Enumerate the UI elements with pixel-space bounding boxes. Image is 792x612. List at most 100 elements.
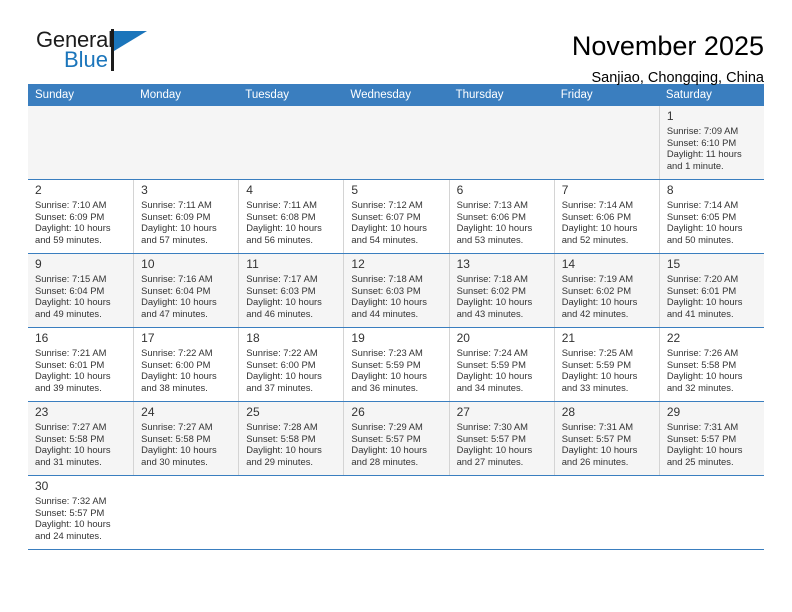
daylight-duration-line2: and 30 minutes. <box>141 455 208 467</box>
calendar-day-cell[interactable]: 1 Sunrise: 7:09 AM Sunset: 6:10 PM Daylight… <box>658 106 764 180</box>
calendar-day-cell[interactable]: 25 Sunrise: 7:28 AM Sunset: 5:58 PM Dayligh… <box>238 401 344 476</box>
sunrise-time: Sunrise: 7:11 AM <box>141 199 212 210</box>
daylight-duration-line2: and 34 minutes. <box>456 381 524 393</box>
sunrise-time: Sunrise: 7:31 AM <box>666 421 739 432</box>
daylight-duration-line1: Daylight: 10 hours <box>246 370 322 382</box>
sunset-time: Sunset: 6:02 PM <box>561 284 632 296</box>
calendar-day-cell[interactable]: 28 Sunrise: 7:31 AM Sunset: 5:57 PM Dayligh… <box>553 401 659 476</box>
day-cell-content: 10 Sunrise: 7:16 AM Sunset: 6:04 PM Dayligh… <box>133 254 238 327</box>
sunrise-time: Sunrise: 7:15 AM <box>35 273 107 284</box>
daylight-duration-line2: and 25 minutes. <box>666 455 734 467</box>
sunrise-time: Sunrise: 7:21 AM <box>35 347 107 358</box>
calendar-day-cell[interactable]: 9 Sunrise: 7:15 AM Sunset: 6:04 PM Daylight… <box>28 253 134 328</box>
day-cell-content: 30 Sunrise: 7:32 AM Sunset: 5:57 PM Dayligh… <box>28 476 133 549</box>
calendar-day-cell[interactable]: 7 Sunrise: 7:14 AM Sunset: 6:06 PM Daylight… <box>553 179 659 254</box>
day-number: 27 <box>456 405 470 419</box>
day-number: 24 <box>141 405 155 419</box>
calendar-day-cell-empty <box>28 106 134 180</box>
sunrise-time: Sunrise: 7:23 AM <box>351 347 423 358</box>
calendar-day-cell[interactable]: 16 Sunrise: 7:21 AM Sunset: 6:01 PM Dayligh… <box>28 327 134 402</box>
day-number: 15 <box>666 257 681 271</box>
sunset-time: Sunset: 5:58 PM <box>35 432 105 444</box>
day-cell-content: 27 Sunrise: 7:30 AM Sunset: 5:57 PM Dayligh… <box>448 402 554 475</box>
day-cell-content: 21 Sunrise: 7:25 AM Sunset: 5:59 PM Dayligh… <box>553 328 659 401</box>
calendar-day-cell[interactable]: 11 Sunrise: 7:17 AM Sunset: 6:03 PM Dayligh… <box>238 253 344 328</box>
day-number: 19 <box>351 331 365 345</box>
daylight-duration-line2: and 49 minutes. <box>35 307 102 319</box>
calendar-day-cell[interactable]: 22 Sunrise: 7:26 AM Sunset: 5:58 PM Dayligh… <box>658 327 764 402</box>
sunrise-time: Sunrise: 7:28 AM <box>246 421 318 432</box>
calendar-day-cell[interactable]: 6 Sunrise: 7:13 AM Sunset: 6:06 PM Daylight… <box>448 179 554 254</box>
calendar-day-cell[interactable]: 17 Sunrise: 7:22 AM Sunset: 6:00 PM Dayligh… <box>133 327 239 402</box>
daylight-duration-line1: Daylight: 10 hours <box>351 444 427 456</box>
sunrise-time: Sunrise: 7:10 AM <box>35 199 107 210</box>
calendar-day-cell[interactable]: 10 Sunrise: 7:16 AM Sunset: 6:04 PM Dayligh… <box>133 253 239 328</box>
calendar-day-cell[interactable]: 15 Sunrise: 7:20 AM Sunset: 6:01 PM Dayligh… <box>658 253 764 328</box>
sunset-time: Sunset: 5:57 PM <box>666 432 737 444</box>
daylight-duration-line1: Daylight: 10 hours <box>35 296 111 308</box>
daylight-duration-line1: Daylight: 10 hours <box>35 370 111 382</box>
weekday-header-wednesday: Wednesday <box>343 84 449 106</box>
sunset-time: Sunset: 5:57 PM <box>561 432 632 444</box>
calendar-body: 1 Sunrise: 7:09 AM Sunset: 6:10 PM Daylight… <box>28 106 764 550</box>
daylight-duration-line1: Daylight: 10 hours <box>561 222 638 234</box>
day-cell-content: 9 Sunrise: 7:15 AM Sunset: 6:04 PM Daylight… <box>28 254 133 327</box>
calendar-day-cell[interactable]: 18 Sunrise: 7:22 AM Sunset: 6:00 PM Dayligh… <box>238 327 344 402</box>
sunrise-time: Sunrise: 7:13 AM <box>456 199 528 210</box>
sunrise-time: Sunrise: 7:14 AM <box>666 199 739 210</box>
calendar-day-cell[interactable]: 14 Sunrise: 7:19 AM Sunset: 6:02 PM Dayligh… <box>553 253 659 328</box>
sunrise-time: Sunrise: 7:18 AM <box>456 273 528 284</box>
calendar-day-cell[interactable]: 8 Sunrise: 7:14 AM Sunset: 6:05 PM Daylight… <box>658 179 764 254</box>
day-cell-content: 25 Sunrise: 7:28 AM Sunset: 5:58 PM Dayligh… <box>238 402 343 475</box>
day-number: 1 <box>666 109 674 123</box>
sunrise-time: Sunrise: 7:22 AM <box>246 347 318 358</box>
calendar-day-cell[interactable]: 21 Sunrise: 7:25 AM Sunset: 5:59 PM Dayligh… <box>553 327 659 402</box>
daylight-duration-line1: Daylight: 10 hours <box>456 370 533 382</box>
day-number: 26 <box>351 405 365 419</box>
weekday-header-sunday: Sunday <box>28 84 134 106</box>
calendar-day-cell[interactable]: 12 Sunrise: 7:18 AM Sunset: 6:03 PM Dayligh… <box>343 253 449 328</box>
daylight-duration-line2: and 44 minutes. <box>351 307 419 319</box>
daylight-duration-line1: Daylight: 10 hours <box>246 296 322 308</box>
calendar-day-cell[interactable]: 23 Sunrise: 7:27 AM Sunset: 5:58 PM Dayligh… <box>28 401 134 476</box>
calendar-day-cell[interactable]: 24 Sunrise: 7:27 AM Sunset: 5:58 PM Dayligh… <box>133 401 239 476</box>
day-cell-content: 23 Sunrise: 7:27 AM Sunset: 5:58 PM Dayligh… <box>28 402 133 475</box>
calendar-day-cell[interactable]: 26 Sunrise: 7:29 AM Sunset: 5:57 PM Dayligh… <box>343 401 449 476</box>
daylight-duration-line1: Daylight: 10 hours <box>141 296 217 308</box>
sunset-time: Sunset: 5:59 PM <box>561 358 632 370</box>
daylight-duration-line2: and 54 minutes. <box>351 233 419 245</box>
daylight-duration-line1: Daylight: 11 hours <box>666 148 742 160</box>
daylight-duration-line1: Daylight: 10 hours <box>35 518 111 530</box>
calendar-week-row: 9 Sunrise: 7:15 AM Sunset: 6:04 PM Daylight… <box>28 253 764 328</box>
calendar-day-cell[interactable]: 29 Sunrise: 7:31 AM Sunset: 5:57 PM Dayligh… <box>658 401 764 476</box>
day-number: 29 <box>666 405 681 419</box>
calendar-day-cell[interactable]: 19 Sunrise: 7:23 AM Sunset: 5:59 PM Dayligh… <box>343 327 449 402</box>
sunrise-time: Sunrise: 7:14 AM <box>561 199 634 210</box>
sunrise-time: Sunrise: 7:11 AM <box>246 199 317 210</box>
day-number: 28 <box>561 405 576 419</box>
day-number: 13 <box>456 257 470 271</box>
sunset-time: Sunset: 5:59 PM <box>351 358 421 370</box>
calendar-day-cell[interactable]: 13 Sunrise: 7:18 AM Sunset: 6:02 PM Dayligh… <box>448 253 554 328</box>
calendar-day-cell[interactable]: 2 Sunrise: 7:10 AM Sunset: 6:09 PM Daylight… <box>28 179 134 254</box>
calendar-day-cell[interactable]: 5 Sunrise: 7:12 AM Sunset: 6:07 PM Daylight… <box>343 179 449 254</box>
sunset-time: Sunset: 6:01 PM <box>35 358 105 370</box>
calendar-week-row: 1 Sunrise: 7:09 AM Sunset: 6:10 PM Daylight… <box>28 106 764 180</box>
sunset-time: Sunset: 6:09 PM <box>141 210 211 222</box>
sunset-time: Sunset: 6:03 PM <box>351 284 421 296</box>
calendar-day-cell[interactable]: 4 Sunrise: 7:11 AM Sunset: 6:08 PM Daylight… <box>238 179 344 254</box>
page-header: General Blue November 2025 Sanjiao, Chon… <box>28 0 764 87</box>
daylight-duration-line2: and 28 minutes. <box>351 455 419 467</box>
general-blue-logo[interactable]: General Blue <box>28 28 166 80</box>
day-number: 16 <box>35 331 49 345</box>
calendar-day-cell[interactable]: 20 Sunrise: 7:24 AM Sunset: 5:59 PM Dayligh… <box>448 327 554 402</box>
day-cell-content: 11 Sunrise: 7:17 AM Sunset: 6:03 PM Dayligh… <box>238 254 343 327</box>
day-cell-content: 15 Sunrise: 7:20 AM Sunset: 6:01 PM Dayligh… <box>658 254 764 327</box>
calendar-day-cell[interactable]: 30 Sunrise: 7:32 AM Sunset: 5:57 PM Dayligh… <box>28 475 134 550</box>
daylight-duration-line1: Daylight: 10 hours <box>561 370 638 382</box>
calendar-day-cell[interactable]: 3 Sunrise: 7:11 AM Sunset: 6:09 PM Daylight… <box>133 179 239 254</box>
day-number: 9 <box>35 257 42 271</box>
sunset-time: Sunset: 6:03 PM <box>246 284 316 296</box>
day-number: 2 <box>35 183 42 197</box>
calendar-day-cell[interactable]: 27 Sunrise: 7:30 AM Sunset: 5:57 PM Dayligh… <box>448 401 554 476</box>
